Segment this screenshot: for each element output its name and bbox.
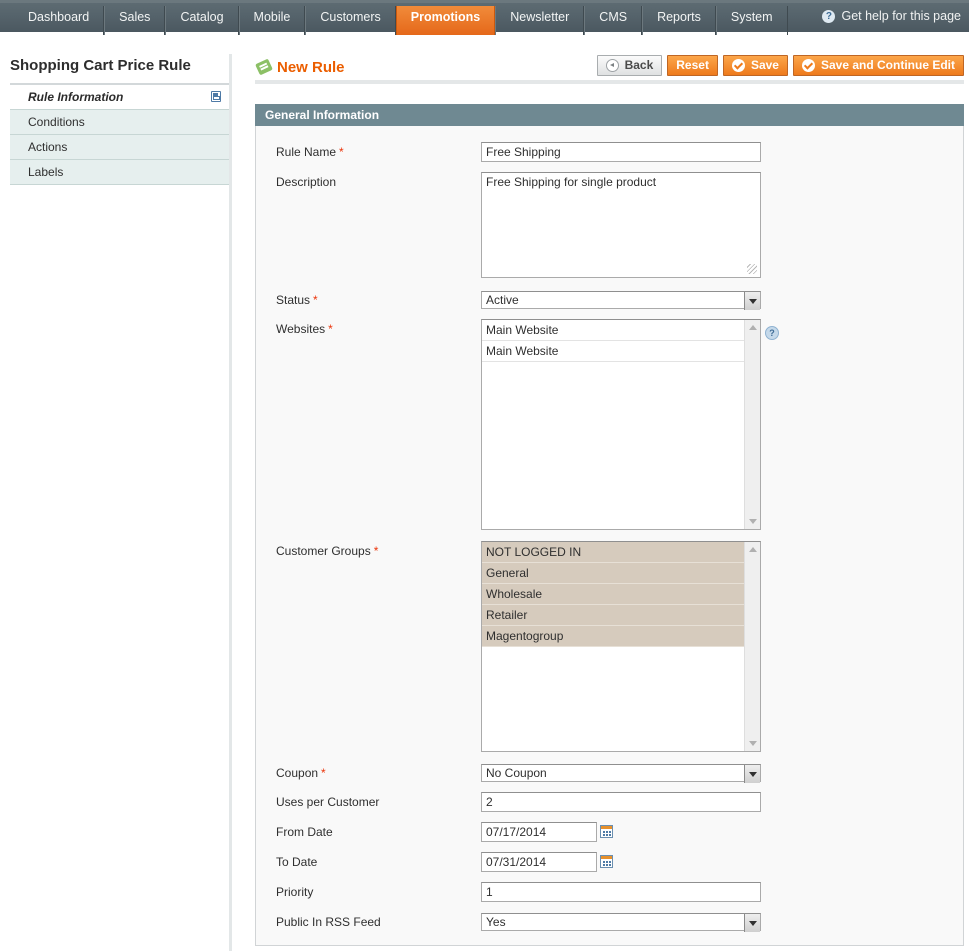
to-date-input[interactable]: 07/31/2014 — [481, 852, 597, 872]
save-icon — [211, 91, 221, 102]
coupon-select[interactable]: No Coupon — [481, 764, 761, 783]
page-header: New Rule Back Reset Save Save and Contin… — [255, 54, 964, 84]
website-option[interactable]: Main Website — [482, 320, 744, 341]
chevron-down-icon — [744, 914, 760, 932]
description-textarea[interactable]: Free Shipping for single product — [481, 172, 761, 278]
rule-name-label: Rule Name * — [276, 145, 344, 159]
tab-conditions[interactable]: Conditions — [10, 110, 230, 135]
rss-feed-select[interactable]: Yes — [481, 913, 761, 932]
nav-catalog[interactable]: Catalog — [165, 6, 239, 35]
customer-group-option[interactable]: Wholesale — [482, 584, 744, 605]
customer-group-option[interactable]: General — [482, 563, 744, 584]
nav-cms[interactable]: CMS — [584, 6, 643, 35]
sidebar-title: Shopping Cart Price Rule — [10, 57, 230, 85]
tab-label: Rule Information — [28, 90, 124, 104]
tab-rule-information[interactable]: Rule Information — [10, 85, 230, 110]
status-label: Status * — [276, 293, 318, 307]
description-label: Description — [276, 175, 337, 189]
priority-input[interactable]: 1 — [481, 882, 761, 902]
customer-groups-label: Customer Groups * — [276, 544, 379, 558]
back-arrow-icon — [605, 59, 619, 72]
help-link[interactable]: ? Get help for this page — [822, 7, 961, 25]
from-date-input[interactable]: 07/17/2014 — [481, 822, 597, 842]
from-date-label: From Date — [276, 825, 333, 839]
section-title: General Information — [255, 104, 964, 126]
nav-mobile[interactable]: Mobile — [238, 6, 306, 35]
calendar-icon[interactable] — [600, 825, 613, 838]
save-and-continue-button[interactable]: Save and Continue Edit — [792, 55, 964, 76]
uses-per-customer-input[interactable]: 2 — [481, 792, 761, 812]
save-button[interactable]: Save — [722, 55, 788, 76]
customer-group-option[interactable]: Magentogroup — [482, 626, 744, 647]
customer-group-option[interactable]: Retailer — [482, 605, 744, 626]
back-button[interactable]: Back — [596, 55, 663, 76]
sidebar-tabs: Rule Information Conditions Actions Labe… — [10, 85, 230, 185]
check-icon — [731, 59, 745, 72]
nav-customers[interactable]: Customers — [305, 6, 396, 35]
reset-button[interactable]: Reset — [667, 55, 718, 76]
customer-group-option[interactable]: NOT LOGGED IN — [482, 542, 744, 563]
help-label: Get help for this page — [841, 9, 961, 23]
priority-label: Priority — [276, 885, 314, 899]
websites-label: Websites * — [276, 322, 333, 336]
nav-dashboard[interactable]: Dashboard — [14, 6, 105, 35]
page-title: New Rule — [277, 59, 345, 76]
chevron-down-icon — [744, 292, 760, 310]
help-icon: ? — [822, 9, 836, 23]
coupon-label: Coupon * — [276, 766, 326, 780]
top-navigation: Dashboard Sales Catalog Mobile Customers… — [0, 0, 969, 35]
sidebar-divider — [229, 54, 232, 951]
scrollbar[interactable] — [744, 542, 760, 751]
rule-icon — [255, 58, 273, 76]
help-tooltip-icon[interactable]: ? — [765, 326, 779, 340]
resize-grip-icon[interactable] — [747, 264, 757, 274]
nav-reports[interactable]: Reports — [642, 6, 716, 35]
to-date-label: To Date — [276, 855, 318, 869]
scrollbar[interactable] — [744, 320, 760, 529]
action-buttons: Back Reset Save Save and Continue Edit — [596, 55, 964, 76]
tab-actions[interactable]: Actions — [10, 135, 230, 160]
reset-label: Reset — [676, 58, 709, 72]
websites-multiselect[interactable]: Main Website Main Website — [481, 319, 761, 530]
save-label: Save — [750, 58, 779, 72]
main-menu: Dashboard Sales Catalog Mobile Customers… — [14, 6, 788, 35]
nav-system[interactable]: System — [715, 6, 788, 35]
nav-sales[interactable]: Sales — [104, 6, 166, 35]
rss-feed-label: Public In RSS Feed — [276, 915, 381, 929]
nav-promotions[interactable]: Promotions — [395, 6, 496, 35]
website-option[interactable]: Main Website — [482, 341, 744, 362]
nav-newsletter[interactable]: Newsletter — [495, 6, 585, 35]
tab-labels[interactable]: Labels — [10, 160, 230, 185]
uses-per-customer-label: Uses per Customer — [276, 795, 380, 809]
save-continue-label: Save and Continue Edit — [820, 58, 955, 72]
back-label: Back — [624, 58, 654, 72]
rule-name-input[interactable]: Free Shipping — [481, 142, 761, 162]
check-icon — [801, 59, 815, 72]
calendar-icon[interactable] — [600, 855, 613, 868]
status-select[interactable]: Active — [481, 291, 761, 310]
chevron-down-icon — [744, 765, 760, 783]
customer-groups-multiselect[interactable]: NOT LOGGED IN General Wholesale Retailer… — [481, 541, 761, 752]
